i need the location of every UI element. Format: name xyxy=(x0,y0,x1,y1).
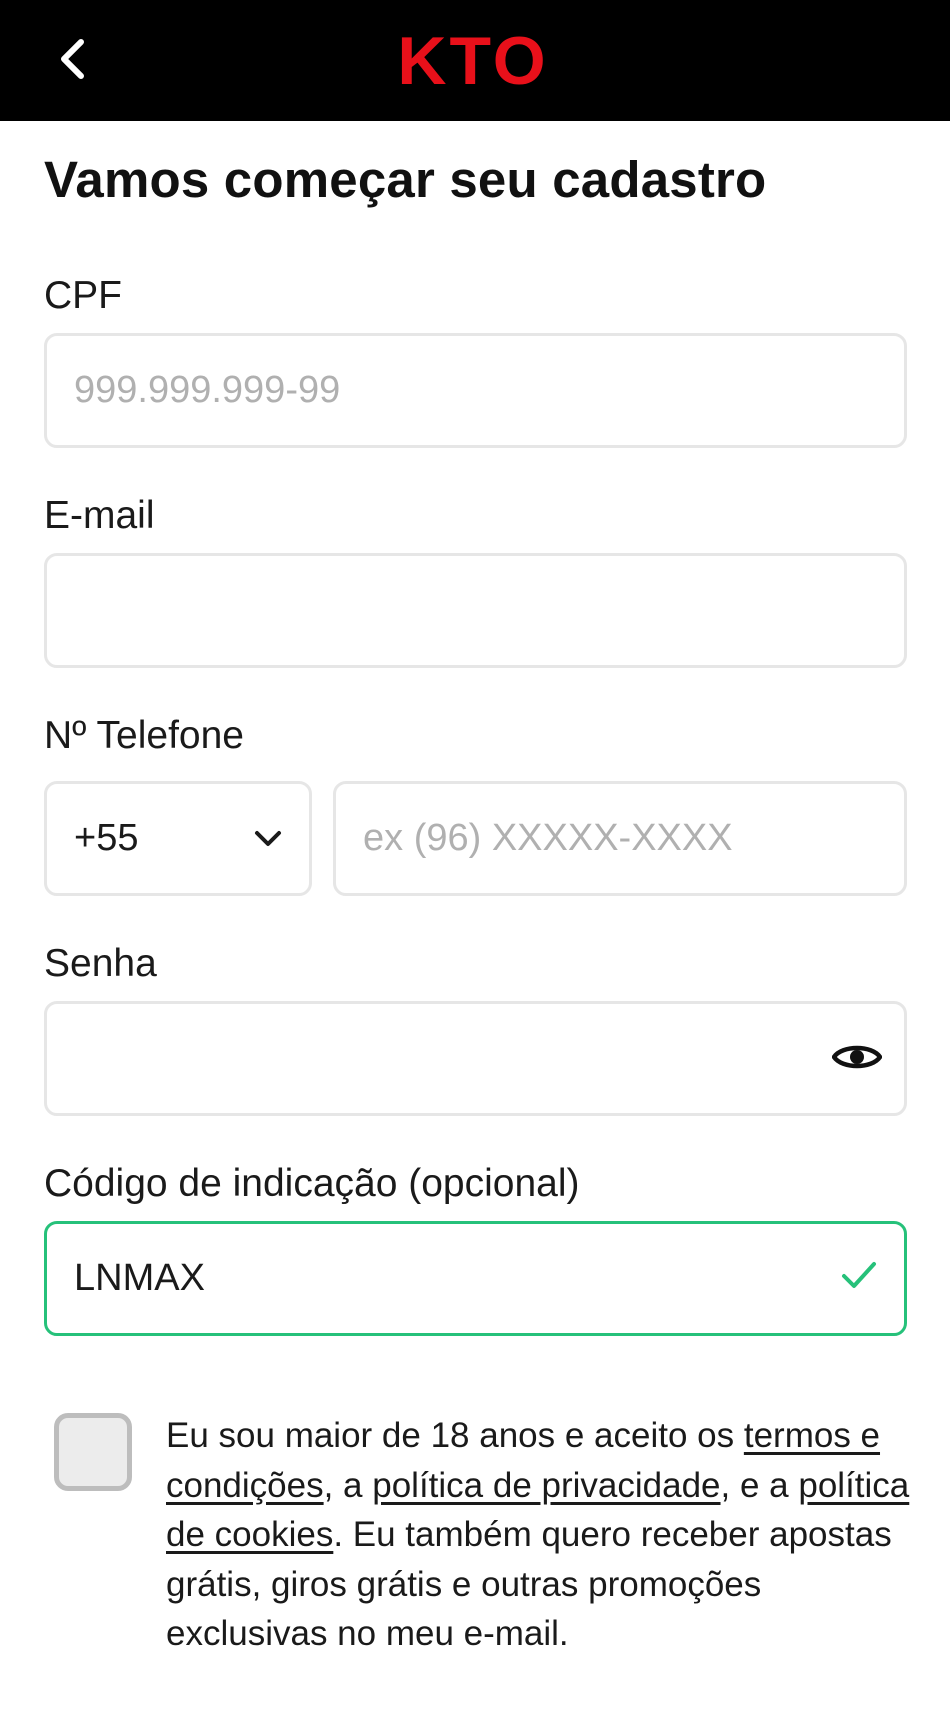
phone-field xyxy=(333,781,907,896)
password-input[interactable] xyxy=(74,1004,834,1113)
privacy-policy-link[interactable]: política de privacidade xyxy=(372,1466,720,1505)
country-code-select[interactable]: +55 xyxy=(44,781,312,896)
email-field xyxy=(44,553,907,668)
email-input[interactable] xyxy=(74,556,904,665)
cpf-label: CPF xyxy=(44,274,122,317)
show-password-button[interactable] xyxy=(830,1030,884,1084)
check-icon xyxy=(842,1262,876,1288)
phone-input[interactable] xyxy=(363,784,904,893)
consent-text-1: Eu sou maior de 18 anos e aceito os xyxy=(166,1416,744,1455)
top-bar: KTO xyxy=(0,0,950,121)
referral-input[interactable] xyxy=(74,1224,834,1333)
country-code-value: +55 xyxy=(74,817,139,859)
page-title: Vamos começar seu cadastro xyxy=(44,151,767,208)
referral-label: Código de indicação (opcional) xyxy=(44,1162,580,1205)
age-terms-checkbox[interactable] xyxy=(54,1413,132,1491)
email-label: E-mail xyxy=(44,494,155,537)
phone-label: Nº Telefone xyxy=(44,714,244,757)
consent-text-3: , e a xyxy=(720,1465,799,1505)
cpf-input[interactable] xyxy=(74,336,904,445)
eye-icon xyxy=(832,1045,882,1069)
back-button[interactable] xyxy=(50,34,94,84)
svg-text:KTO: KTO xyxy=(397,24,548,96)
chevron-left-icon xyxy=(61,39,84,79)
password-label: Senha xyxy=(44,942,157,985)
consent-text-2: , a xyxy=(323,1465,373,1505)
referral-field xyxy=(44,1221,907,1336)
consent-text: Eu sou maior de 18 anos e aceito os term… xyxy=(166,1411,916,1659)
chevron-down-icon xyxy=(255,830,281,846)
kto-logo: KTO xyxy=(397,24,548,96)
password-field xyxy=(44,1001,907,1116)
cpf-field xyxy=(44,333,907,448)
